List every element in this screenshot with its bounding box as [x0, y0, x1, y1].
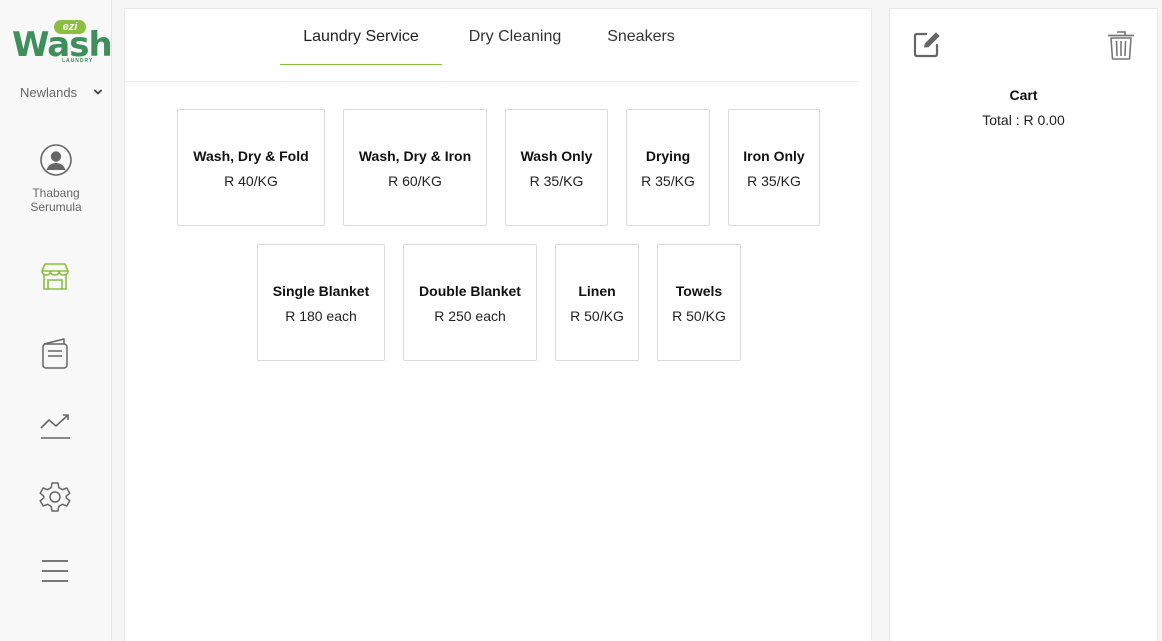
cart-total: Total : R 0.00 [982, 112, 1065, 128]
cart-panel: Cart Total : R 0.00 [889, 8, 1158, 641]
logo-wash-text: Wash [12, 25, 113, 65]
sidebar: ezi Wash LAUNDRY Newlands Thabang Serumu… [0, 0, 113, 641]
user-last-name: Serumula [30, 200, 82, 214]
service-name: Wash Only [520, 148, 593, 164]
service-card-wash-only[interactable]: Wash Only R 35/KG [505, 109, 608, 226]
service-price: R 35/KG [529, 173, 584, 189]
tab-sneakers[interactable]: Sneakers [593, 9, 689, 65]
service-name: Iron Only [743, 148, 805, 164]
user-profile[interactable]: Thabang Serumula [0, 144, 112, 214]
user-first-name: Thabang [32, 186, 80, 200]
service-name: Towels [675, 283, 723, 299]
chevron-down-icon [94, 89, 102, 95]
service-card-towels[interactable]: Towels R 50/KG [657, 244, 741, 361]
user-circle-icon [40, 144, 72, 176]
edit-icon[interactable] [912, 29, 942, 59]
settings-icon[interactable] [38, 480, 72, 514]
branch-name: Newlands [20, 84, 78, 100]
service-card-wash-dry-iron[interactable]: Wash, Dry & Iron R 60/KG [343, 109, 487, 226]
service-card-linen[interactable]: Linen R 50/KG [555, 244, 639, 361]
analytics-icon[interactable] [38, 410, 72, 444]
service-name: Wash, Dry & Fold [193, 148, 309, 164]
orders-icon[interactable] [38, 336, 72, 370]
logo-laundry-text: LAUNDRY [62, 58, 94, 64]
service-price: R 180 each [285, 308, 357, 324]
ezi-wash-logo: ezi Wash LAUNDRY [12, 18, 113, 66]
service-price: R 50/KG [570, 308, 624, 324]
service-price: R 40/KG [224, 173, 278, 189]
trash-icon[interactable] [1106, 29, 1136, 61]
service-name: Single Blanket [272, 283, 370, 299]
store-icon[interactable] [38, 259, 72, 293]
service-card-drying[interactable]: Drying R 35/KG [626, 109, 710, 226]
tab-dry-cleaning[interactable]: Dry Cleaning [455, 9, 575, 65]
menu-icon[interactable] [38, 554, 72, 588]
service-price: R 35/KG [747, 173, 801, 189]
service-price: R 250 each [434, 308, 506, 324]
service-card-single-blanket[interactable]: Single Blanket R 180 each [257, 244, 385, 361]
services-panel: Laundry Service Dry Cleaning Sneakers Wa… [124, 8, 872, 641]
service-price: R 35/KG [641, 173, 695, 189]
service-price: R 50/KG [672, 308, 726, 324]
service-card-iron-only[interactable]: Iron Only R 35/KG [728, 109, 820, 226]
branch-selector[interactable]: Newlands [20, 84, 108, 100]
service-name: Linen [578, 283, 616, 299]
cart-title: Cart [1009, 87, 1038, 103]
service-tabs: Laundry Service Dry Cleaning Sneakers [125, 9, 859, 82]
service-card-wash-dry-fold[interactable]: Wash, Dry & Fold R 40/KG [177, 109, 325, 226]
tab-laundry-service[interactable]: Laundry Service [280, 9, 442, 65]
user-name: Thabang Serumula [0, 186, 112, 214]
service-name: Wash, Dry & Iron [358, 148, 472, 164]
service-card-double-blanket[interactable]: Double Blanket R 250 each [403, 244, 537, 361]
service-name: Drying [645, 148, 691, 164]
service-name: Double Blanket [419, 283, 521, 299]
service-price: R 60/KG [388, 173, 442, 189]
